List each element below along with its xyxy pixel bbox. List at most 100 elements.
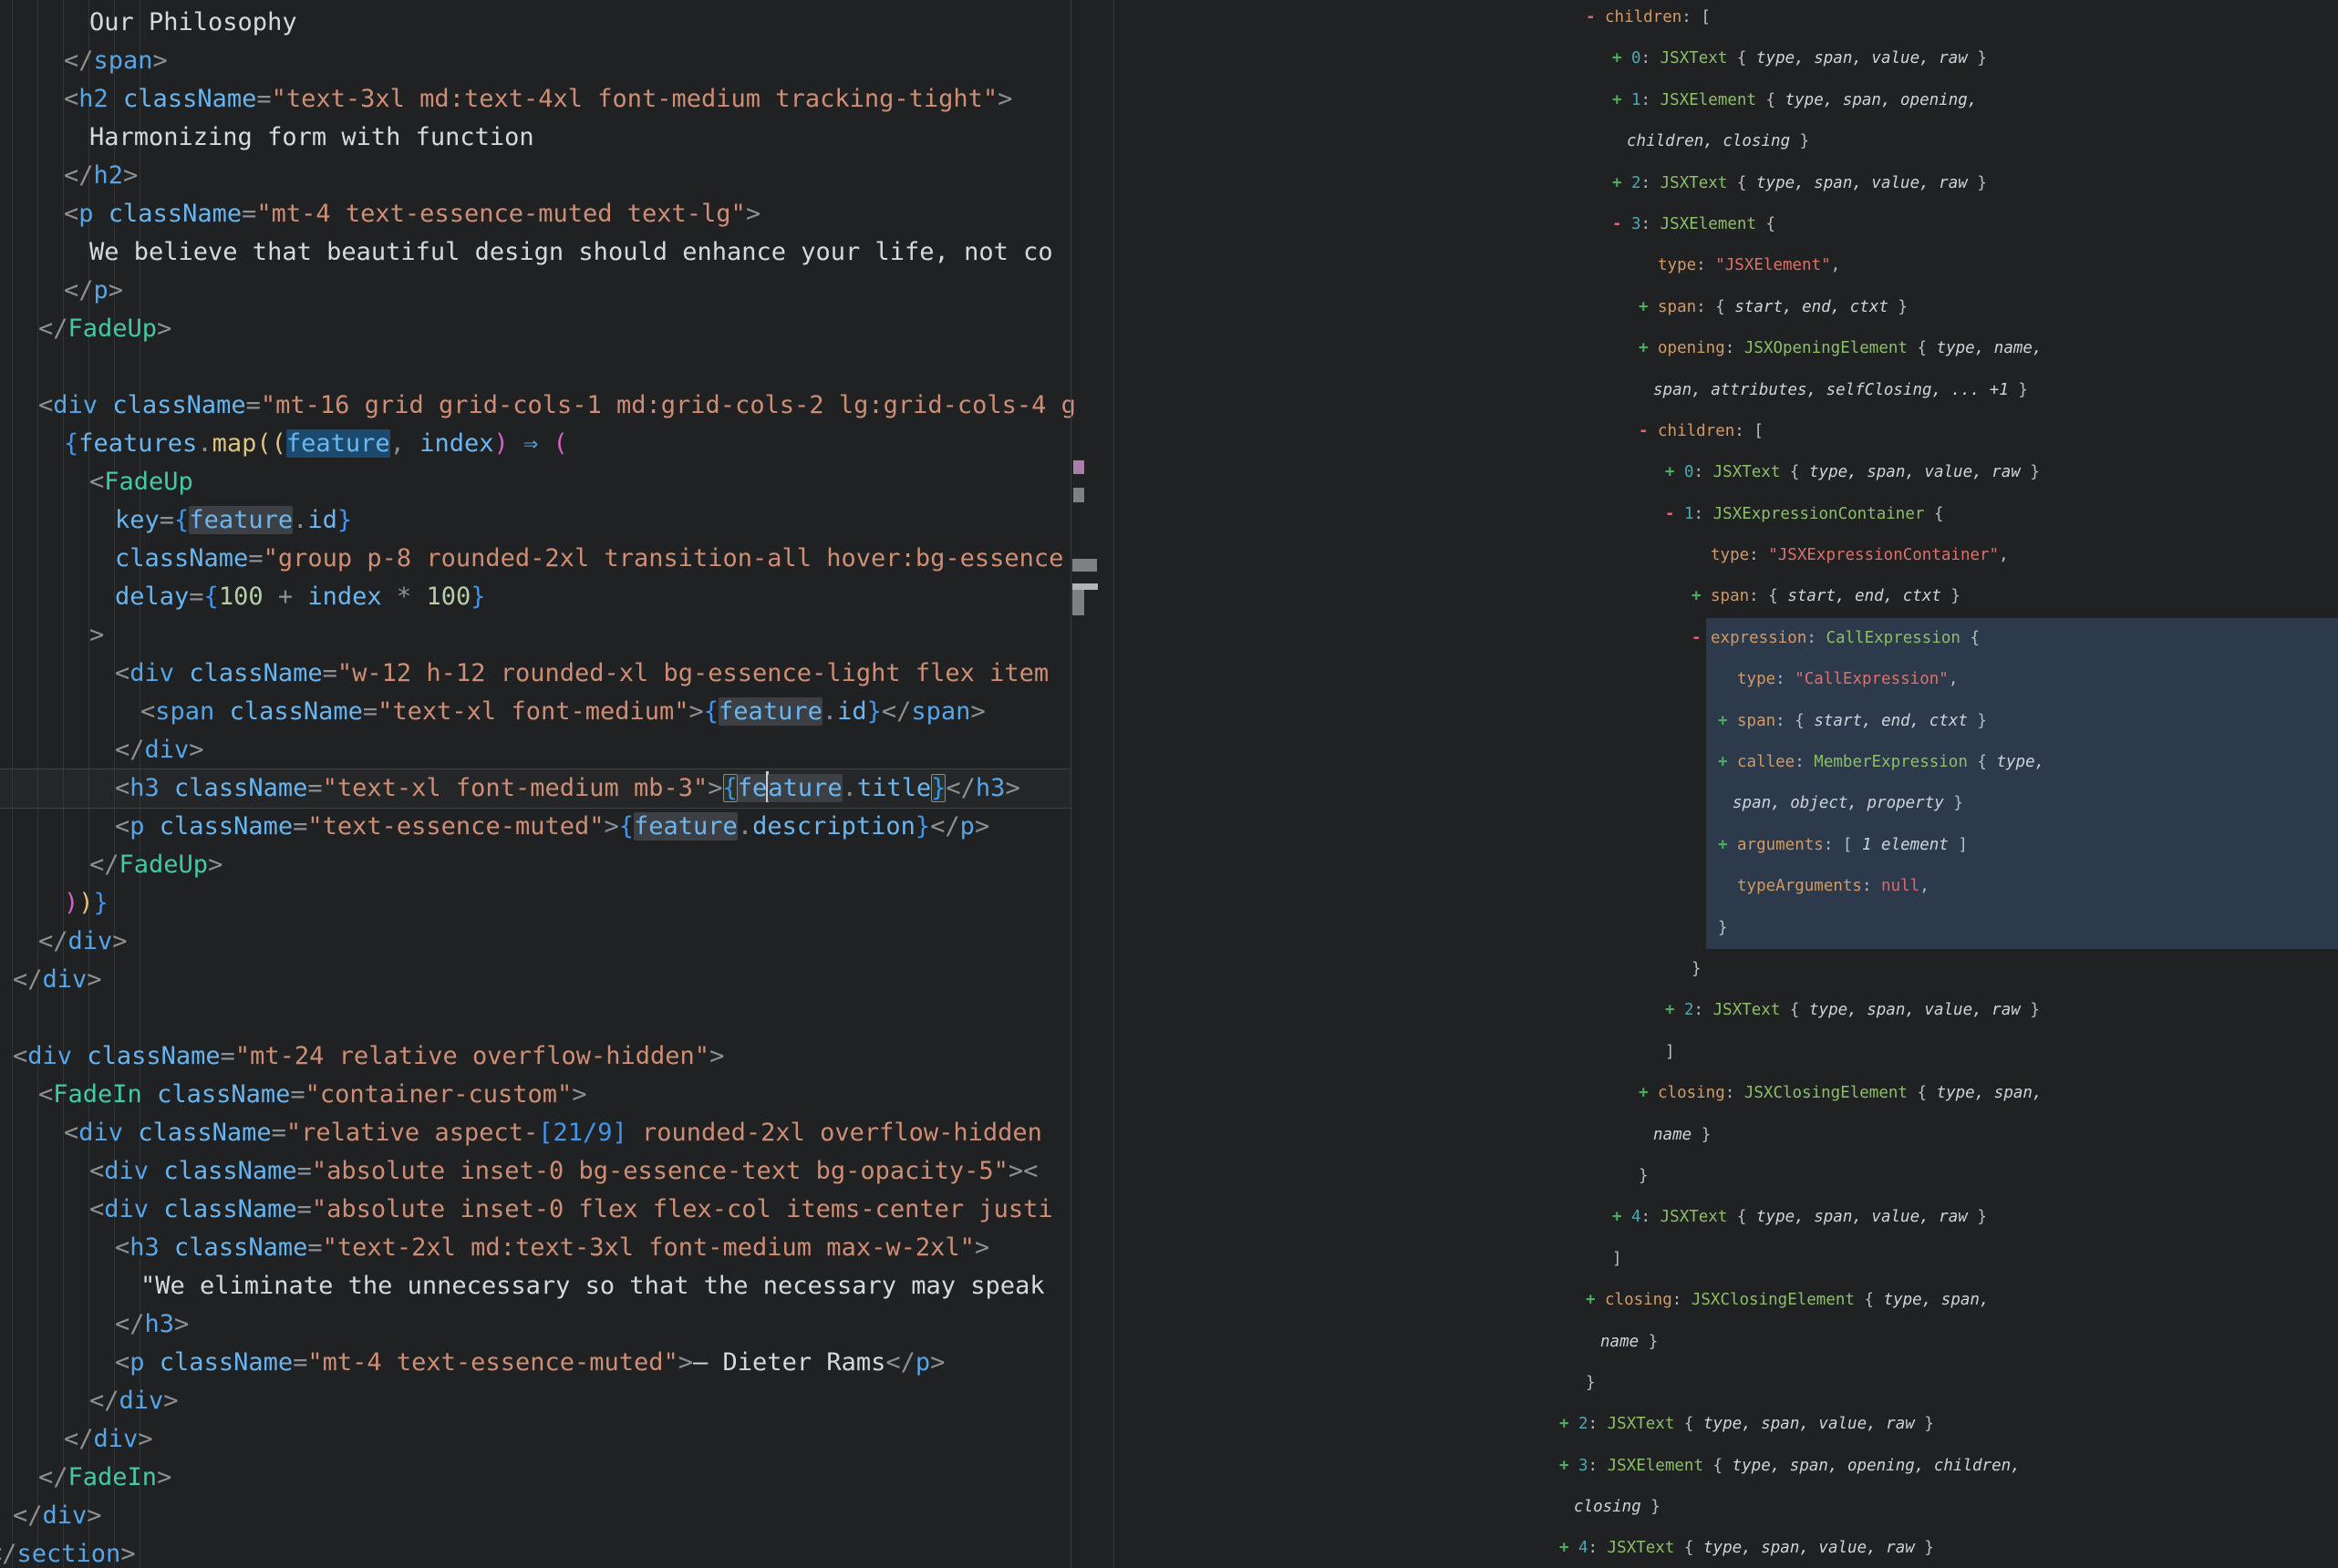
ast-row[interactable]: +arguments: [ 1 element ] xyxy=(1113,825,2338,866)
ast-row[interactable]: } xyxy=(1113,1156,2338,1197)
ast-row[interactable]: typeArguments: null, xyxy=(1113,866,2338,907)
expand-toggle-icon[interactable]: + xyxy=(1559,1528,1578,1568)
code-line[interactable]: key={feature.id} xyxy=(0,501,1076,540)
ast-row[interactable]: span, object, property } xyxy=(1113,783,2338,824)
code-line[interactable]: <div className="relative aspect-[21/9] r… xyxy=(0,1114,1076,1152)
code-line[interactable]: <span className="text-xl font-medium">{f… xyxy=(0,693,1076,731)
ast-row[interactable]: type: "CallExpression", xyxy=(1113,659,2338,700)
code-editor[interactable]: Our Philosophy</span><h2 className="text… xyxy=(0,0,1096,1568)
expand-toggle-icon[interactable]: + xyxy=(1639,1073,1658,1114)
ast-row[interactable]: +4: JSXText { type, span, value, raw } xyxy=(1113,1197,2338,1238)
ast-row[interactable]: -children: [ xyxy=(1113,0,2338,38)
expand-toggle-icon[interactable]: + xyxy=(1718,742,1737,783)
ast-row[interactable]: -expression: CallExpression { xyxy=(1113,618,2338,659)
ast-row[interactable]: ] xyxy=(1113,1032,2338,1073)
code-line[interactable]: </div> xyxy=(0,961,1076,999)
ast-row[interactable]: +opening: JSXOpeningElement { type, name… xyxy=(1113,328,2338,369)
code-line[interactable]: <p className="text-essence-muted">{featu… xyxy=(0,808,1076,846)
ast-row[interactable]: ] xyxy=(1113,1239,2338,1280)
ast-row[interactable]: } xyxy=(1113,908,2338,949)
code-line[interactable]: </div> xyxy=(0,1382,1076,1420)
collapse-toggle-icon[interactable]: - xyxy=(1691,618,1711,659)
code-line[interactable]: > xyxy=(0,616,1076,655)
code-line[interactable]: <div className="absolute inset-0 flex fl… xyxy=(0,1191,1076,1229)
code-line[interactable]: <div className="mt-24 relative overflow-… xyxy=(0,1037,1076,1076)
ast-row[interactable]: +2: JSXText { type, span, value, raw } xyxy=(1113,163,2338,204)
code-line[interactable]: We believe that beautiful design should … xyxy=(0,233,1076,272)
expand-toggle-icon[interactable]: + xyxy=(1559,1404,1578,1445)
expand-toggle-icon[interactable]: + xyxy=(1559,1446,1578,1487)
ast-row[interactable]: -3: JSXElement { xyxy=(1113,204,2338,245)
ruler-mark[interactable] xyxy=(1072,559,1097,572)
code-line[interactable] xyxy=(0,348,1076,387)
collapse-toggle-icon[interactable]: - xyxy=(1639,411,1658,452)
ast-row[interactable]: } xyxy=(1113,949,2338,990)
ast-row[interactable]: type: "JSXExpressionContainer", xyxy=(1113,535,2338,576)
ast-row[interactable]: -1: JSXExpressionContainer { xyxy=(1113,494,2338,535)
ruler-mark[interactable] xyxy=(1072,583,1098,590)
code-line[interactable]: {features.map((feature, index) ⇒ ( xyxy=(0,425,1076,463)
expand-toggle-icon[interactable]: + xyxy=(1639,328,1658,369)
collapse-toggle-icon[interactable]: - xyxy=(1586,0,1605,38)
code-line[interactable]: </div> xyxy=(0,923,1076,961)
ast-tree-panel[interactable]: -children: [+0: JSXText { type, span, va… xyxy=(1113,0,2338,1568)
expand-toggle-icon[interactable]: + xyxy=(1665,452,1684,493)
ast-row[interactable]: +closing: JSXClosingElement { type, span… xyxy=(1113,1073,2338,1114)
collapse-toggle-icon[interactable]: - xyxy=(1665,494,1684,535)
code-line[interactable]: delay={100 + index * 100} xyxy=(0,578,1076,616)
overview-ruler[interactable] xyxy=(1071,0,1114,1568)
expand-toggle-icon[interactable]: + xyxy=(1665,990,1684,1031)
expand-toggle-icon[interactable]: + xyxy=(1718,701,1737,742)
code-line[interactable]: "We eliminate the unnecessary so that th… xyxy=(0,1267,1076,1305)
expand-toggle-icon[interactable]: + xyxy=(1612,80,1631,121)
expand-toggle-icon[interactable]: + xyxy=(1718,825,1737,866)
ast-row[interactable]: +span: { start, end, ctxt } xyxy=(1113,287,2338,328)
ast-row[interactable]: +callee: MemberExpression { type, xyxy=(1113,742,2338,783)
code-line[interactable]: Harmonizing form with function xyxy=(0,119,1076,157)
code-line[interactable]: <FadeIn className="container-custom"> xyxy=(0,1076,1076,1114)
expand-toggle-icon[interactable]: + xyxy=(1612,1197,1631,1238)
code-line[interactable] xyxy=(0,999,1076,1037)
expand-toggle-icon[interactable]: + xyxy=(1691,576,1711,617)
expand-toggle-icon[interactable]: + xyxy=(1612,163,1631,204)
code-line[interactable]: </div> xyxy=(0,731,1076,769)
code-line[interactable]: </h3> xyxy=(0,1305,1076,1344)
code-line[interactable]: </FadeIn> xyxy=(0,1459,1076,1497)
expand-toggle-icon[interactable]: + xyxy=(1639,287,1658,328)
ast-row[interactable]: +4: JSXText { type, span, value, raw } xyxy=(1113,1528,2338,1568)
code-line[interactable]: <p className="mt-4 text-essence-muted te… xyxy=(0,195,1076,233)
ast-row[interactable]: +1: JSXElement { type, span, opening, xyxy=(1113,80,2338,121)
ruler-mark[interactable] xyxy=(1073,488,1084,502)
ast-row[interactable]: type: "JSXElement", xyxy=(1113,245,2338,286)
code-line[interactable]: <p className="mt-4 text-essence-muted">—… xyxy=(0,1344,1076,1382)
code-line[interactable]: <h2 className="text-3xl md:text-4xl font… xyxy=(0,80,1076,119)
ast-row[interactable]: +2: JSXText { type, span, value, raw } xyxy=(1113,990,2338,1031)
code-line[interactable]: ))} xyxy=(0,884,1076,923)
code-line[interactable]: </span> xyxy=(0,42,1076,80)
ast-row[interactable]: +closing: JSXClosingElement { type, span… xyxy=(1113,1280,2338,1321)
ast-row[interactable]: closing } xyxy=(1113,1487,2338,1528)
code-line[interactable]: <h3 className="text-xl font-medium mb-3"… xyxy=(0,769,1076,808)
ast-row[interactable]: +span: { start, end, ctxt } xyxy=(1113,576,2338,617)
code-line[interactable]: </p> xyxy=(0,272,1076,310)
code-line[interactable]: </section> xyxy=(0,1535,1076,1568)
ast-row[interactable]: name } xyxy=(1113,1115,2338,1156)
ast-row[interactable]: +3: JSXElement { type, span, opening, ch… xyxy=(1113,1446,2338,1487)
code-line[interactable]: Our Philosophy xyxy=(0,4,1076,42)
code-line[interactable]: </h2> xyxy=(0,157,1076,195)
code-line[interactable]: <div className="mt-16 grid grid-cols-1 m… xyxy=(0,387,1076,425)
ast-row[interactable]: name } xyxy=(1113,1322,2338,1363)
expand-toggle-icon[interactable]: + xyxy=(1586,1280,1605,1321)
ast-row[interactable]: +0: JSXText { type, span, value, raw } xyxy=(1113,38,2338,79)
code-line[interactable]: </FadeUp> xyxy=(0,846,1076,884)
code-line[interactable]: </FadeUp> xyxy=(0,310,1076,348)
code-line[interactable]: <h3 className="text-2xl md:text-3xl font… xyxy=(0,1229,1076,1267)
expand-toggle-icon[interactable]: + xyxy=(1612,38,1631,79)
ast-row[interactable]: +2: JSXText { type, span, value, raw } xyxy=(1113,1404,2338,1445)
ruler-mark[interactable] xyxy=(1072,590,1084,615)
code-line[interactable]: className="group p-8 rounded-2xl transit… xyxy=(0,540,1076,578)
ast-row[interactable]: +span: { start, end, ctxt } xyxy=(1113,701,2338,742)
code-line[interactable]: <FadeUp xyxy=(0,463,1076,501)
code-line[interactable]: </div> xyxy=(0,1420,1076,1459)
ruler-mark[interactable] xyxy=(1073,460,1084,474)
